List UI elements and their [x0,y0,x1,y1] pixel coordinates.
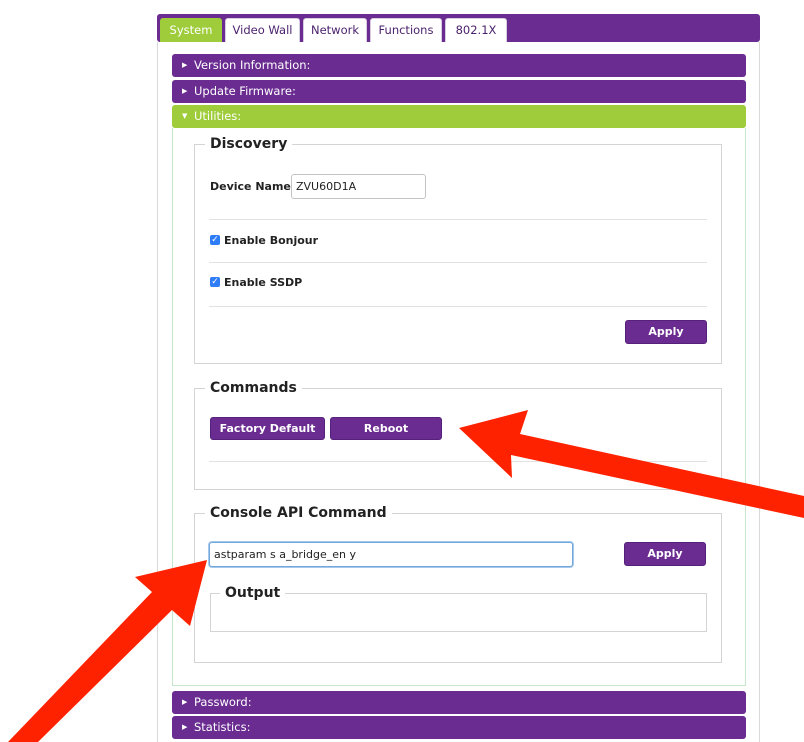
settings-page: System Video Wall Network Functions 802.… [0,0,804,742]
caret-right-icon: ▶ [182,87,188,95]
output-title: Output [220,585,286,601]
divider [209,219,707,220]
accordion-label: Statistics: [194,720,251,734]
console-command-input[interactable] [209,542,573,567]
tab-bar: System Video Wall Network Functions 802.… [157,14,760,42]
caret-right-icon: ▶ [182,723,188,731]
device-name-label: Device Name: [210,180,296,193]
accordion-utilities[interactable]: ▼ Utilities: [172,105,746,128]
discovery-apply-button[interactable]: Apply [625,320,707,344]
tab-functions[interactable]: Functions [370,18,442,42]
divider [209,306,707,307]
accordion-update-firmware[interactable]: ▶ Update Firmware: [172,80,746,103]
factory-default-button[interactable]: Factory Default [210,417,325,440]
enable-bonjour-checkbox[interactable]: ✓ [210,235,220,245]
accordion-password[interactable]: ▶ Password: [172,691,746,714]
accordion-label: Version Information: [194,58,311,72]
accordion-statistics[interactable]: ▶ Statistics: [172,716,746,739]
accordion-version-information[interactable]: ▶ Version Information: [172,54,746,77]
tab-system[interactable]: System [160,18,222,42]
console-api-title: Console API Command [210,505,387,521]
accordion-label: Utilities: [194,109,242,123]
tab-802-1x[interactable]: 802.1X [445,18,507,42]
divider [209,461,707,462]
caret-down-icon: ▼ [182,112,188,120]
console-apply-button[interactable]: Apply [624,542,706,566]
enable-ssdp-label: Enable SSDP [224,276,303,289]
divider [209,262,707,263]
tab-video-wall[interactable]: Video Wall [225,18,300,42]
accordion-label: Update Firmware: [194,84,296,98]
enable-bonjour-label: Enable Bonjour [224,234,319,247]
caret-right-icon: ▶ [182,698,188,706]
discovery-title: Discovery [210,136,288,152]
tab-network[interactable]: Network [303,18,367,42]
reboot-button[interactable]: Reboot [330,417,442,440]
enable-ssdp-checkbox[interactable]: ✓ [210,277,220,287]
commands-title: Commands [210,380,297,396]
accordion-label: Password: [194,695,252,709]
caret-right-icon: ▶ [182,61,188,69]
console-api-group: Console API Command [194,505,722,663]
device-name-input[interactable] [291,174,426,199]
